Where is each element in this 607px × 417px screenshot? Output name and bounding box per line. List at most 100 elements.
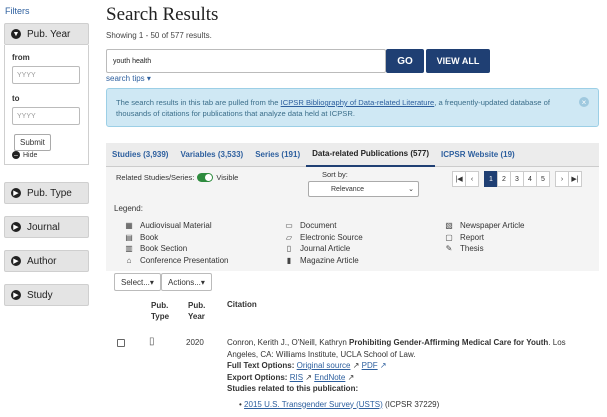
external-link-icon: ↗ — [347, 372, 355, 382]
chevron-right-icon: ▶ — [11, 188, 21, 198]
from-label: from — [12, 53, 30, 62]
actions-dropdown[interactable]: Actions...▾ — [161, 273, 212, 291]
legend-item: ⌂ Conference Presentation — [124, 255, 229, 267]
legend-label: Conference Presentation — [140, 255, 229, 265]
next-page-icon[interactable]: › — [555, 171, 569, 187]
chevron-right-icon: ▶ — [11, 290, 21, 300]
hide-toggle[interactable]: – Hide — [12, 151, 37, 159]
book-icon: ▤ — [125, 232, 133, 242]
export-label: Export Options: — [227, 372, 288, 382]
facet-pub-year[interactable]: ▼ Pub. Year — [4, 23, 89, 45]
related-label: Related Studies/Series: — [116, 173, 195, 182]
legend-col-1: ▦ Audiovisual Material ▤ Book ▥ Book Sectio… — [124, 220, 229, 267]
last-page-icon[interactable]: ▶| — [568, 171, 582, 187]
page-1[interactable]: 1 — [484, 171, 498, 187]
facet-pub-type[interactable]: ▶ Pub. Type — [4, 182, 89, 204]
legend-label: Document — [300, 221, 337, 231]
hide-label: Hide — [23, 151, 38, 159]
tab-series[interactable]: Series (191) — [249, 143, 306, 167]
study-id: (ICPSR 37229) — [382, 399, 440, 409]
chevron-down-icon: ⌄ — [408, 186, 414, 193]
close-icon[interactable]: × — [579, 97, 589, 107]
presentation-icon: ⌂ — [126, 255, 132, 265]
visible-toggle[interactable] — [197, 173, 214, 182]
study-list-item: • 2015 U.S. Transgender Survey (USTS) (I… — [227, 399, 597, 411]
external-link-icon: ↗ — [379, 361, 387, 370]
original-source-link[interactable]: Original source — [297, 361, 351, 370]
minus-circle-icon: – — [12, 151, 20, 159]
external-link-icon: ↗ — [305, 372, 312, 382]
col-header-line: Year — [188, 312, 205, 321]
legend-title: Legend: — [114, 204, 143, 213]
search-tips-link[interactable]: search tips ▾ — [106, 74, 151, 83]
newspaper-icon: ▧ — [445, 221, 453, 231]
citation: Conron, Kerith J., O'Neill, Kathryn Proh… — [227, 337, 597, 360]
bibliography-link[interactable]: ICPSR Bibliography of Data-related Liter… — [281, 98, 435, 107]
legend: Legend: ▦ Audiovisual Material ▤ Book ▥ Boo… — [106, 201, 599, 271]
page-4[interactable]: 4 — [523, 171, 537, 187]
related-toggle-group: Related Studies/Series: Visible — [116, 173, 238, 182]
bullet-icon: • — [239, 399, 242, 409]
results-count: Showing 1 - 50 of 577 results. — [106, 31, 212, 40]
visible-label: Visible — [216, 173, 239, 182]
chevron-down-icon: ▼ — [11, 29, 21, 39]
legend-label: Thesis — [460, 244, 484, 254]
citation-authors: Conron, Kerith J., O'Neill, Kathryn — [227, 338, 350, 347]
full-text-label: Full Text Options: — [227, 361, 295, 370]
journal-icon: ▯ — [286, 244, 292, 254]
table-row: Conron, Kerith J., O'Neill, Kathryn Proh… — [227, 337, 597, 410]
to-year-input[interactable]: YYYY — [12, 107, 80, 125]
ris-link[interactable]: RIS — [290, 373, 303, 382]
legend-item: ▦ Audiovisual Material — [124, 220, 229, 232]
legend-item: ▥ Book Section — [124, 243, 229, 255]
legend-col-3: ▧ Newspaper Article ▢ Report ✎ Thesis — [444, 220, 524, 255]
results-toolbar: Related Studies/Series: Visible Sort by:… — [106, 167, 599, 201]
graduation-cap-icon: ✎ — [445, 244, 453, 254]
pdf-link[interactable]: PDF — [362, 361, 378, 370]
legend-label: Audiovisual Material — [140, 221, 212, 231]
page-3[interactable]: 3 — [510, 171, 524, 187]
tab-variables[interactable]: Variables (3,533) — [174, 143, 249, 167]
citation-title: Prohibiting Gender-Affirming Medical Car… — [349, 338, 549, 347]
from-year-input[interactable]: YYYY — [12, 66, 80, 84]
folder-icon: ▭ — [285, 221, 293, 231]
view-all-button[interactable]: VIEW ALL — [426, 49, 490, 73]
search-input[interactable]: youth health — [106, 49, 386, 73]
facet-label: Pub. Year — [27, 28, 71, 40]
page-title: Search Results — [106, 4, 219, 25]
legend-item: ▯ Journal Article — [284, 243, 363, 255]
go-button[interactable]: GO — [386, 49, 424, 73]
pagination: |◀ ‹ 1 2 3 4 5 › ▶| — [452, 171, 582, 187]
col-citation: Citation — [227, 300, 257, 309]
endnote-link[interactable]: EndNote — [314, 373, 345, 382]
tab-studies[interactable]: Studies (3,939) — [106, 143, 174, 167]
pub-year-panel: from YYYY to YYYY Submit – Hide — [4, 45, 89, 165]
study-link[interactable]: 2015 U.S. Transgender Survey (USTS) — [244, 400, 383, 409]
info-text-pre: The search results in this tab are pulle… — [116, 98, 281, 107]
sort-select[interactable]: Relevance ⌄ — [308, 181, 419, 197]
legend-label: Magazine Article — [300, 255, 359, 265]
submit-button[interactable]: Submit — [14, 134, 51, 151]
first-page-icon[interactable]: |◀ — [452, 171, 466, 187]
prev-page-icon[interactable]: ‹ — [465, 171, 479, 187]
row-checkbox[interactable] — [117, 339, 125, 347]
legend-label: Newspaper Article — [460, 221, 525, 231]
page-5[interactable]: 5 — [536, 171, 550, 187]
facet-study[interactable]: ▶ Study — [4, 284, 89, 306]
filters-title: Filters — [5, 6, 30, 16]
legend-label: Electronic Source — [300, 232, 363, 242]
page-2[interactable]: 2 — [497, 171, 511, 187]
facet-label: Author — [27, 255, 57, 267]
facet-label: Journal — [27, 221, 60, 233]
select-dropdown[interactable]: Select...▾ — [114, 273, 161, 291]
legend-item: ▱ Electronic Source — [284, 232, 363, 244]
legend-col-2: ▭ Document ▱ Electronic Source ▯ Journal Ar… — [284, 220, 363, 266]
col-header-line: Pub. — [151, 301, 169, 310]
external-link-icon: ↗ — [352, 361, 360, 370]
legend-label: Journal Article — [300, 244, 351, 254]
tab-data-related-publications[interactable]: Data-related Publications (577) — [306, 143, 436, 167]
facet-journal[interactable]: ▶ Journal — [4, 216, 89, 238]
facet-author[interactable]: ▶ Author — [4, 250, 89, 272]
tab-icpsr-website[interactable]: ICPSR Website (19) — [435, 143, 521, 167]
legend-item: ▭ Document — [284, 220, 363, 232]
